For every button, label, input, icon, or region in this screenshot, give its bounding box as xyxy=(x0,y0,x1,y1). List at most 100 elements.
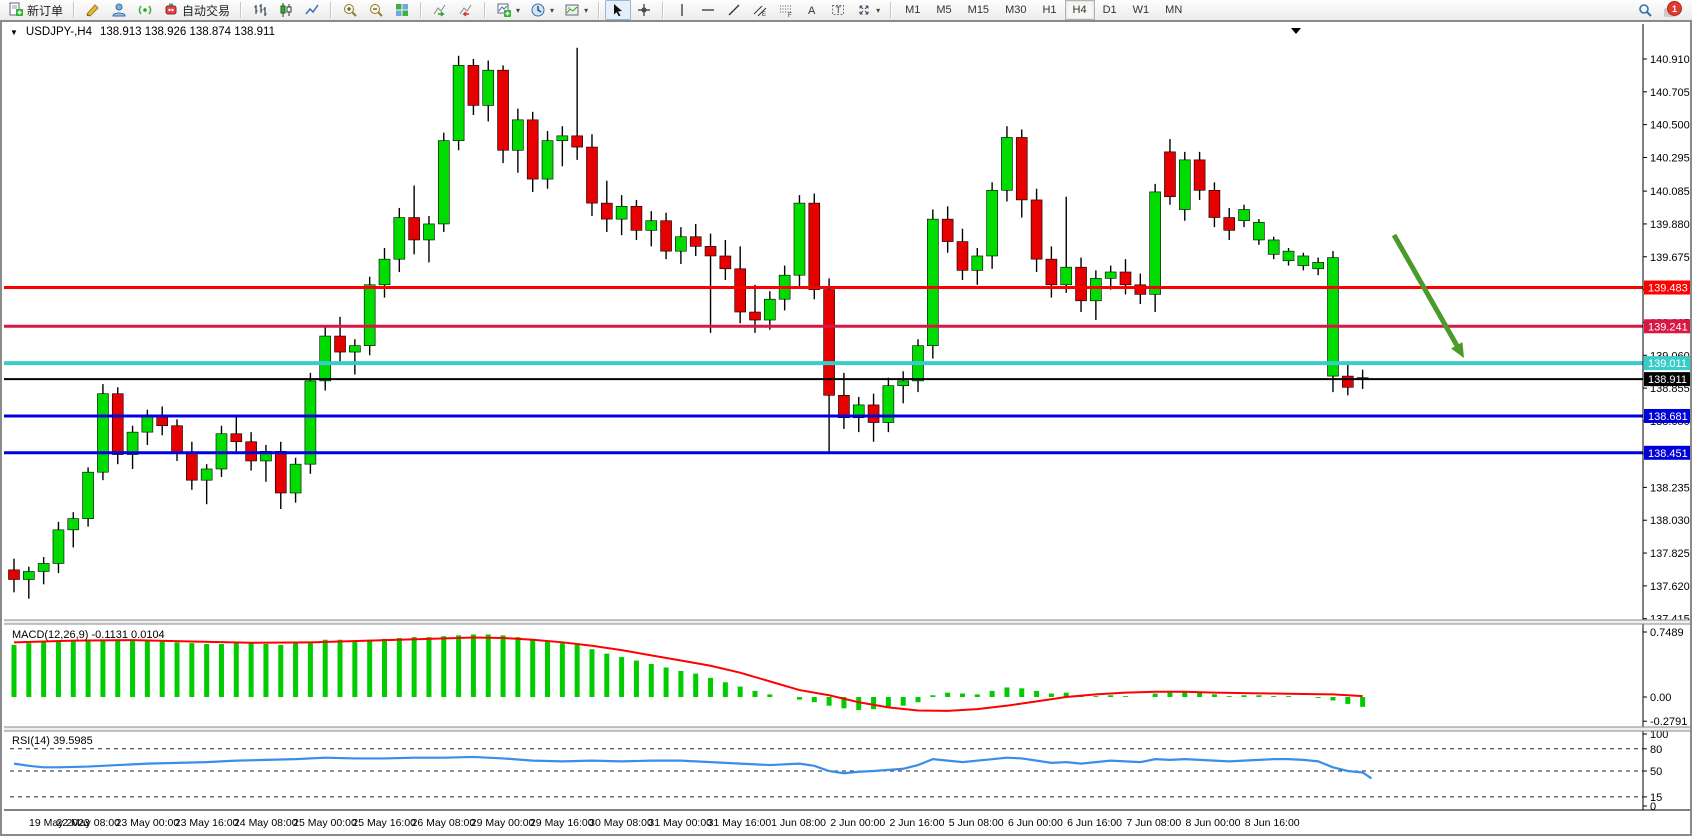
trendline-button[interactable] xyxy=(721,0,747,20)
candle-body[interactable] xyxy=(379,259,390,285)
candle-body[interactable] xyxy=(646,221,657,231)
candle-body[interactable] xyxy=(1076,267,1087,301)
candle-body[interactable] xyxy=(438,141,449,224)
candle-body[interactable] xyxy=(157,416,168,426)
candlestick-chart-button[interactable] xyxy=(273,0,299,20)
timeframe-m5-button[interactable]: M5 xyxy=(928,0,959,20)
candle-body[interactable] xyxy=(1327,258,1338,377)
candle-body[interactable] xyxy=(809,203,820,289)
candle-body[interactable] xyxy=(23,571,34,579)
chart-shift-button[interactable] xyxy=(453,0,479,20)
candle-body[interactable] xyxy=(231,434,242,442)
candle-body[interactable] xyxy=(423,224,434,240)
candle-body[interactable] xyxy=(586,147,597,203)
candle-body[interactable] xyxy=(1179,160,1190,210)
zoom-out-button[interactable] xyxy=(363,0,389,20)
candle-body[interactable] xyxy=(1150,192,1161,294)
timeframe-h1-button[interactable]: H1 xyxy=(1034,0,1064,20)
candle-body[interactable] xyxy=(320,336,331,381)
candle-body[interactable] xyxy=(112,394,123,455)
candle-body[interactable] xyxy=(1046,259,1057,285)
price-axis[interactable]: 140.910140.705140.500140.295140.085139.8… xyxy=(1643,24,1690,813)
candle-body[interactable] xyxy=(68,519,79,530)
candle-body[interactable] xyxy=(290,464,301,493)
candle-body[interactable] xyxy=(38,563,49,571)
candle-body[interactable] xyxy=(409,218,420,240)
candle-body[interactable] xyxy=(172,426,183,453)
channel-button[interactable]: E xyxy=(747,0,773,20)
candle-body[interactable] xyxy=(601,203,612,219)
timeframe-m1-button[interactable]: M1 xyxy=(897,0,928,20)
panel-splitter[interactable] xyxy=(4,727,1690,731)
candle-body[interactable] xyxy=(1090,278,1101,300)
candle-body[interactable] xyxy=(972,256,983,270)
metaeditor-button[interactable] xyxy=(80,0,106,20)
candle-body[interactable] xyxy=(987,190,998,256)
candle-body[interactable] xyxy=(1283,251,1294,261)
candle-body[interactable] xyxy=(1209,190,1220,217)
candle-body[interactable] xyxy=(1016,137,1027,199)
candle-body[interactable] xyxy=(1105,272,1116,278)
market-watch-button[interactable] xyxy=(106,0,132,20)
new-chart-button[interactable]: ▾ xyxy=(491,0,525,20)
candle-body[interactable] xyxy=(764,299,775,320)
panel-splitter[interactable] xyxy=(4,620,1690,624)
candle-body[interactable] xyxy=(53,530,64,564)
candle-body[interactable] xyxy=(1001,137,1012,190)
candle-body[interactable] xyxy=(201,469,212,480)
candle-body[interactable] xyxy=(1342,376,1353,387)
candle-body[interactable] xyxy=(1120,272,1131,285)
candle-body[interactable] xyxy=(1253,222,1264,240)
fibonacci-button[interactable]: F xyxy=(773,0,799,20)
candle-body[interactable] xyxy=(616,206,627,219)
collapse-icon[interactable]: ▼ xyxy=(10,28,18,37)
candle-body[interactable] xyxy=(957,242,968,271)
candle-body[interactable] xyxy=(838,395,849,417)
text-button[interactable]: A xyxy=(799,0,825,20)
candle-body[interactable] xyxy=(750,312,761,320)
candle-body[interactable] xyxy=(794,203,805,275)
candle-body[interactable] xyxy=(705,246,716,256)
timeframe-mn-button[interactable]: MN xyxy=(1157,0,1190,20)
timeframe-m30-button[interactable]: M30 xyxy=(997,0,1034,20)
vertical-line-button[interactable] xyxy=(669,0,695,20)
signals-button[interactable] xyxy=(132,0,158,20)
candle-body[interactable] xyxy=(364,285,375,346)
candle-body[interactable] xyxy=(527,120,538,179)
candle-body[interactable] xyxy=(1313,262,1324,268)
candle-body[interactable] xyxy=(720,256,731,269)
candle-body[interactable] xyxy=(1194,160,1205,190)
candle-body[interactable] xyxy=(1239,210,1250,221)
candle-body[interactable] xyxy=(1268,240,1279,254)
candle-body[interactable] xyxy=(661,221,672,251)
cursor-button[interactable] xyxy=(605,0,631,20)
candle-body[interactable] xyxy=(898,381,909,386)
search-button[interactable] xyxy=(1632,0,1658,20)
candle-body[interactable] xyxy=(735,269,746,312)
timeframe-w1-button[interactable]: W1 xyxy=(1125,0,1158,20)
candle-body[interactable] xyxy=(498,70,509,150)
candle-body[interactable] xyxy=(690,237,701,247)
main-panel[interactable] xyxy=(4,28,1643,599)
candle-body[interactable] xyxy=(1164,152,1175,197)
candle-body[interactable] xyxy=(512,120,523,150)
candle-body[interactable] xyxy=(1224,218,1235,231)
chart-shift-marker[interactable] xyxy=(1291,28,1301,34)
candle-body[interactable] xyxy=(675,237,686,251)
candle-body[interactable] xyxy=(127,432,138,454)
notification-button[interactable]: 1 xyxy=(1664,3,1682,17)
candle-body[interactable] xyxy=(483,70,494,105)
templates-button[interactable]: ▾ xyxy=(559,0,593,20)
candle-body[interactable] xyxy=(83,472,94,518)
candle-body[interactable] xyxy=(542,141,553,179)
candle-body[interactable] xyxy=(394,218,405,260)
candle-body[interactable] xyxy=(9,570,20,580)
annotation-arrow[interactable] xyxy=(1394,235,1459,349)
candle-body[interactable] xyxy=(97,394,108,472)
candle-body[interactable] xyxy=(1061,267,1072,285)
bars-chart-button[interactable] xyxy=(247,0,273,20)
candles-layer[interactable] xyxy=(9,48,1369,599)
timeframe-m15-button[interactable]: M15 xyxy=(960,0,997,20)
rsi-panel[interactable] xyxy=(10,749,1643,797)
line-chart-button[interactable] xyxy=(299,0,325,20)
